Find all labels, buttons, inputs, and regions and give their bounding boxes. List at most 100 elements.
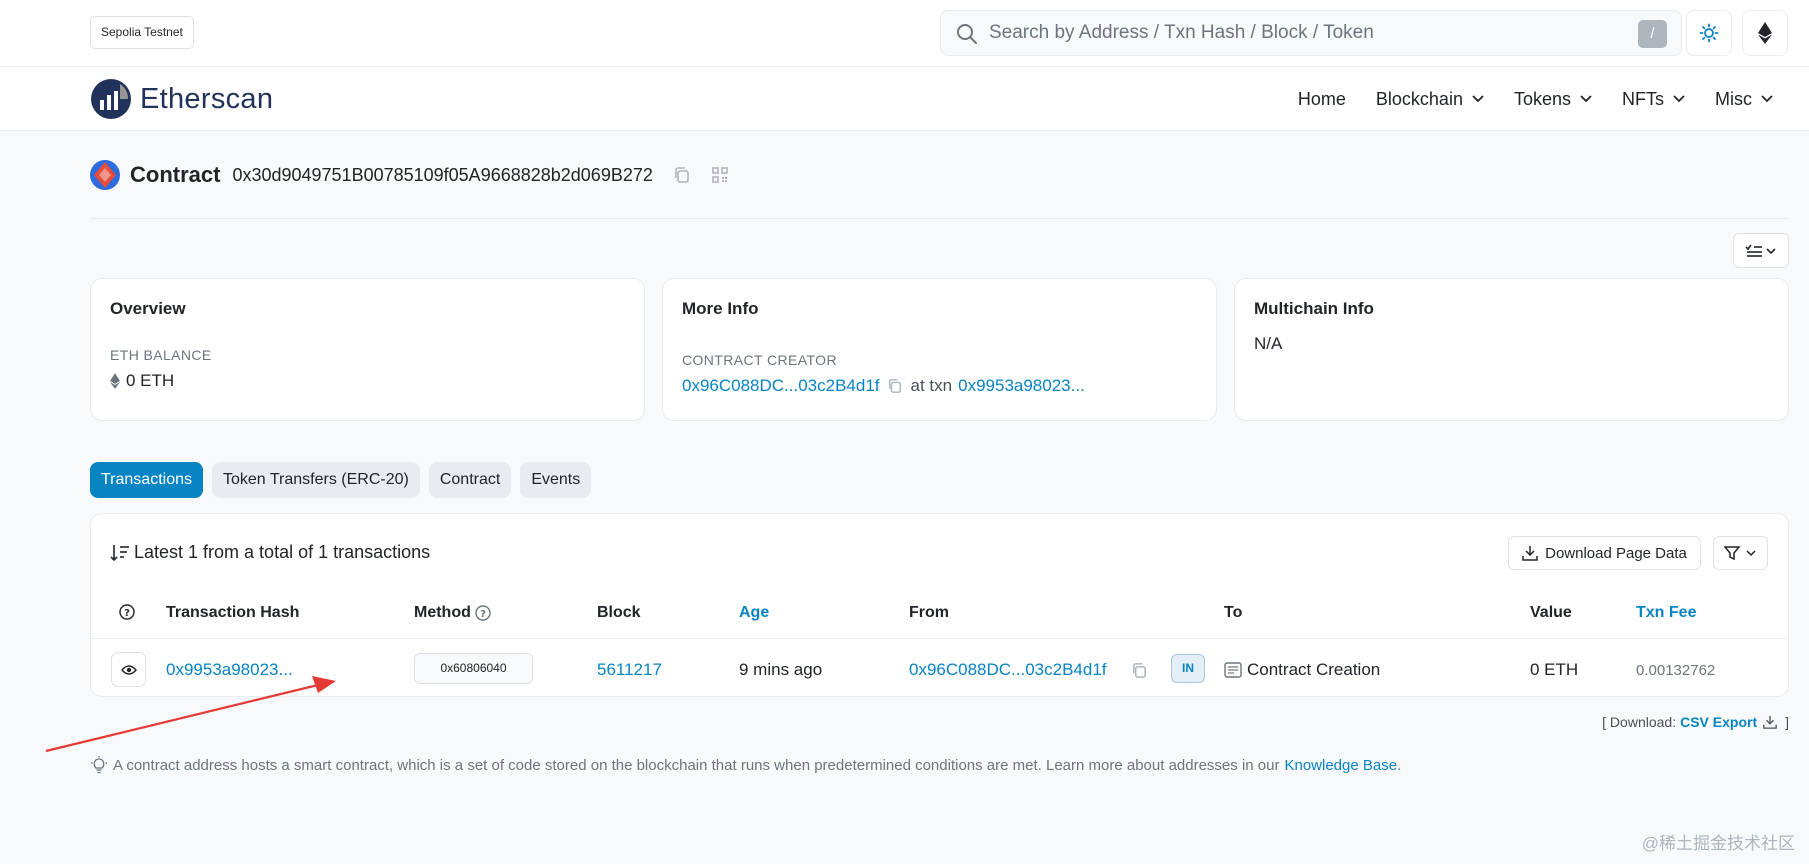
csv-prefix: [ Download: (1602, 714, 1677, 730)
more-info-title: More Info (682, 299, 759, 318)
ethereum-icon (1758, 22, 1772, 44)
contract-creator-label: CONTRACT CREATOR (682, 352, 837, 368)
tab-transactions[interactable]: Transactions (90, 462, 203, 498)
network-badge[interactable]: Sepolia Testnet (90, 16, 194, 49)
column-method: Method ? (414, 604, 491, 622)
tab-contract[interactable]: Contract (428, 462, 512, 498)
main-navbar: Etherscan Home Blockchain Tokens NFTs Mi… (0, 67, 1809, 131)
chevron-down-icon (1580, 95, 1592, 103)
creator-txn-link[interactable]: 0x9953a98023... (958, 376, 1085, 396)
qr-code-button[interactable] (711, 166, 729, 184)
sort-icon (110, 544, 129, 561)
column-to: To (1224, 604, 1243, 621)
method-badge: 0x60806040 (414, 653, 533, 684)
at-txn-label: at txn (910, 376, 953, 395)
txn-age: 9 mins ago (739, 660, 823, 679)
eth-balance: 0 ETH (110, 371, 174, 391)
to-contract-creation: Contract Creation (1224, 656, 1380, 684)
nav-home[interactable]: Home (1298, 89, 1346, 110)
list-settings-icon (1745, 244, 1776, 257)
filter-button[interactable] (1713, 536, 1768, 570)
search-icon (957, 24, 977, 44)
lightbulb-icon (91, 756, 107, 774)
from-address-link[interactable]: 0x96C088DC...03c2B4d1f (909, 656, 1107, 684)
top-bar: Sepolia Testnet / (0, 0, 1809, 67)
column-age[interactable]: Age (739, 604, 769, 622)
search-input[interactable] (987, 11, 1607, 55)
view-options-button[interactable] (1733, 233, 1789, 268)
copy-icon[interactable] (887, 378, 903, 394)
sun-icon (1699, 23, 1719, 43)
search-box[interactable]: / (940, 10, 1682, 56)
to-contract-creation-label: Contract Creation (1247, 660, 1381, 679)
column-from: From (909, 604, 949, 621)
contract-address: 0x30d9049751B00785109f05A9668828b2d069B2… (232, 164, 653, 185)
download-page-data-label: Download Page Data (1545, 544, 1687, 562)
question-circle-icon[interactable]: ? (475, 605, 491, 621)
txn-value: 0 ETH (1530, 660, 1579, 679)
etherscan-logo[interactable]: Etherscan (90, 77, 273, 121)
csv-export: [ Download: CSV Export ] (1602, 714, 1789, 730)
knowledge-base-link[interactable]: Knowledge Base (1284, 757, 1397, 774)
nav-blockchain-label: Blockchain (1375, 88, 1463, 109)
transactions-card: Latest 1 from a total of 1 transactions … (90, 513, 1789, 697)
download-icon (1522, 546, 1538, 561)
nav-nfts[interactable]: NFTs (1622, 89, 1685, 110)
theme-toggle-button[interactable] (1686, 10, 1732, 56)
csv-suffix: ] (1785, 714, 1789, 730)
column-txn-fee[interactable]: Txn Fee (1636, 604, 1696, 622)
column-method-label: Method (414, 604, 471, 621)
svg-text:?: ? (124, 608, 130, 619)
chevron-down-icon (1761, 95, 1773, 103)
eth-balance-value: 0 ETH (126, 371, 175, 390)
svg-text:?: ? (480, 609, 486, 620)
transactions-summary-text: Latest 1 from a total of 1 transactions (134, 542, 431, 562)
copy-address-button[interactable] (673, 166, 691, 184)
download-icon[interactable] (1763, 715, 1777, 729)
eye-icon (120, 664, 137, 675)
info-column-header[interactable]: ? (119, 604, 135, 620)
tabs: Transactions Token Transfers (ERC-20) Co… (90, 462, 600, 498)
column-transaction-hash: Transaction Hash (166, 604, 300, 621)
txn-hash-link[interactable]: 0x9953a98023... (166, 656, 293, 684)
network-switch-button[interactable] (1742, 10, 1788, 56)
nav-nfts-label: NFTs (1622, 88, 1664, 109)
contract-avatar (90, 160, 120, 190)
qr-code-icon (712, 167, 728, 183)
download-page-data-button[interactable]: Download Page Data (1508, 536, 1701, 570)
watermark: @稀土掘金技术社区 (1641, 834, 1795, 853)
creator-address-link[interactable]: 0x96C088DC...03c2B4d1f (682, 376, 880, 396)
nav-blockchain[interactable]: Blockchain (1376, 89, 1484, 110)
nav-misc-label: Misc (1715, 88, 1752, 109)
contract-header: Contract 0x30d9049751B00785109f05A966882… (90, 158, 729, 192)
chevron-down-icon (1673, 95, 1685, 103)
overview-title: Overview (110, 299, 186, 318)
transactions-summary: Latest 1 from a total of 1 transactions (110, 542, 430, 563)
preview-button[interactable] (111, 652, 146, 687)
txn-fee: 0.00132762 (1636, 661, 1716, 679)
chevron-down-icon (1472, 95, 1484, 103)
ethereum-icon (110, 373, 120, 389)
brand-name: Etherscan (140, 82, 274, 115)
direction-badge: IN (1171, 654, 1205, 683)
header-divider (90, 218, 1789, 219)
eth-balance-label: ETH BALANCE (110, 347, 212, 363)
filter-icon (1723, 546, 1756, 560)
nav-tokens-label: Tokens (1513, 88, 1571, 109)
nav-misc[interactable]: Misc (1715, 89, 1773, 110)
block-link[interactable]: 5611217 (597, 656, 662, 684)
table-header-divider (91, 638, 1788, 639)
copy-icon[interactable] (1131, 662, 1148, 679)
nav-tokens[interactable]: Tokens (1514, 89, 1592, 110)
footnote-end: . (1397, 756, 1402, 774)
etherscan-logo-icon (91, 79, 131, 119)
csv-export-link[interactable]: CSV Export (1680, 714, 1757, 730)
contract-document-icon (1224, 662, 1242, 678)
more-info-card: More Info CONTRACT CREATOR 0x96C088DC...… (662, 278, 1217, 421)
multichain-title: Multichain Info (1254, 299, 1374, 318)
tab-events[interactable]: Events (520, 462, 592, 498)
column-value: Value (1530, 604, 1572, 621)
footnote: A contract address hosts a smart contrac… (90, 756, 1401, 774)
overview-card: Overview ETH BALANCE 0 ETH (90, 278, 645, 421)
tab-token-transfers[interactable]: Token Transfers (ERC-20) (212, 462, 420, 498)
